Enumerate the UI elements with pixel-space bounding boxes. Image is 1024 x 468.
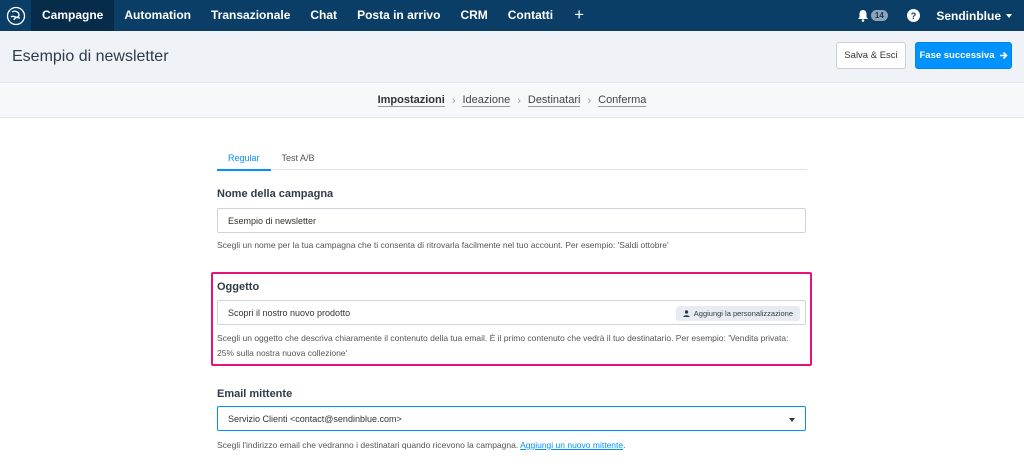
tab-regular[interactable]: Regular <box>217 148 271 171</box>
add-personalization-label: Aggiungi la personalizzazione <box>693 309 793 318</box>
notification-count-badge: 14 <box>870 10 888 21</box>
subject-input[interactable]: Scopri il nostro nuovo prodotto Aggiungi… <box>217 300 806 325</box>
chevron-down-icon <box>1006 13 1012 18</box>
nav-item-transazionale[interactable]: Transazionale <box>201 0 300 31</box>
campaign-stepper: Impostazioni › Ideazione › Destinatari ›… <box>0 84 1024 118</box>
sender-email-help: Scegli l'indirizzo email che vedranno i … <box>217 438 807 453</box>
page-header: Esempio di newsletter Salva & Esci Fase … <box>0 31 1024 83</box>
help-icon: ? <box>906 9 920 22</box>
nav-item-crm[interactable]: CRM <box>450 0 497 31</box>
nav-item-chat[interactable]: Chat <box>300 0 347 31</box>
tab-test-ab[interactable]: Test A/B <box>271 148 326 170</box>
sender-email-value: Servizio Clienti <contact@sendinblue.com… <box>228 413 402 424</box>
chevron-right-icon: › <box>517 94 521 107</box>
sender-email-label: Email mittente <box>217 388 293 400</box>
campaign-name-label: Nome della campagna <box>217 188 334 200</box>
sender-email-select[interactable]: Servizio Clienti <contact@sendinblue.com… <box>217 406 806 431</box>
sender-help-text: Scegli l'indirizzo email che vedranno i … <box>217 440 519 450</box>
campaign-type-tabs: Regular Test A/B <box>217 148 807 171</box>
step-ideazione[interactable]: Ideazione <box>462 94 511 107</box>
step-conferma[interactable]: Conferma <box>598 94 647 107</box>
help-button[interactable]: ? <box>900 0 926 31</box>
nav-item-posta-in-arrivo[interactable]: Posta in arrivo <box>347 0 450 31</box>
nav-item-contatti[interactable]: Contatti <box>498 0 563 31</box>
arrow-right-icon <box>999 51 1008 60</box>
user-icon <box>683 310 690 317</box>
subject-label: Oggetto <box>217 281 260 293</box>
page-title: Esempio di newsletter <box>12 48 169 65</box>
step-destinatari[interactable]: Destinatari <box>527 94 581 107</box>
sender-help-end: . <box>623 440 626 450</box>
account-menu[interactable]: Sendinblue <box>926 9 1024 23</box>
step-impostazioni[interactable]: Impostazioni <box>377 94 445 107</box>
next-step-button[interactable]: Fase successiva <box>915 42 1012 69</box>
campaign-name-help: Scegli un nome per la tua campagna che t… <box>217 240 669 250</box>
save-and-exit-button[interactable]: Salva & Esci <box>836 42 906 69</box>
nav-item-campagne[interactable]: Campagne <box>31 0 115 31</box>
subject-help: Scegli un oggetto che descriva chiaramen… <box>217 333 789 358</box>
chevron-right-icon: › <box>587 94 592 107</box>
campaign-name-value: Esempio di newsletter <box>228 215 317 226</box>
sendinblue-logo-icon[interactable] <box>0 0 31 31</box>
bell-icon <box>857 10 868 22</box>
next-step-label: Fase successiva <box>919 50 995 61</box>
account-name: Sendinblue <box>936 8 1001 23</box>
svg-text:?: ? <box>911 11 917 21</box>
top-navbar: Campagne Automation Transazionale Chat P… <box>0 0 1024 31</box>
chevron-down-icon <box>789 418 795 422</box>
chevron-right-icon: › <box>451 94 456 107</box>
notifications-button[interactable]: 14 <box>852 0 892 31</box>
campaign-name-input[interactable]: Esempio di newsletter <box>217 208 806 233</box>
add-personalization-button[interactable]: Aggiungi la personalizzazione <box>675 306 800 321</box>
add-nav-item-button[interactable]: + <box>563 0 595 31</box>
add-new-sender-link[interactable]: Aggiungi un nuovo mittente <box>520 440 623 450</box>
nav-item-automation[interactable]: Automation <box>114 0 201 31</box>
subject-value: Scopri il nostro nuovo prodotto <box>228 307 351 318</box>
